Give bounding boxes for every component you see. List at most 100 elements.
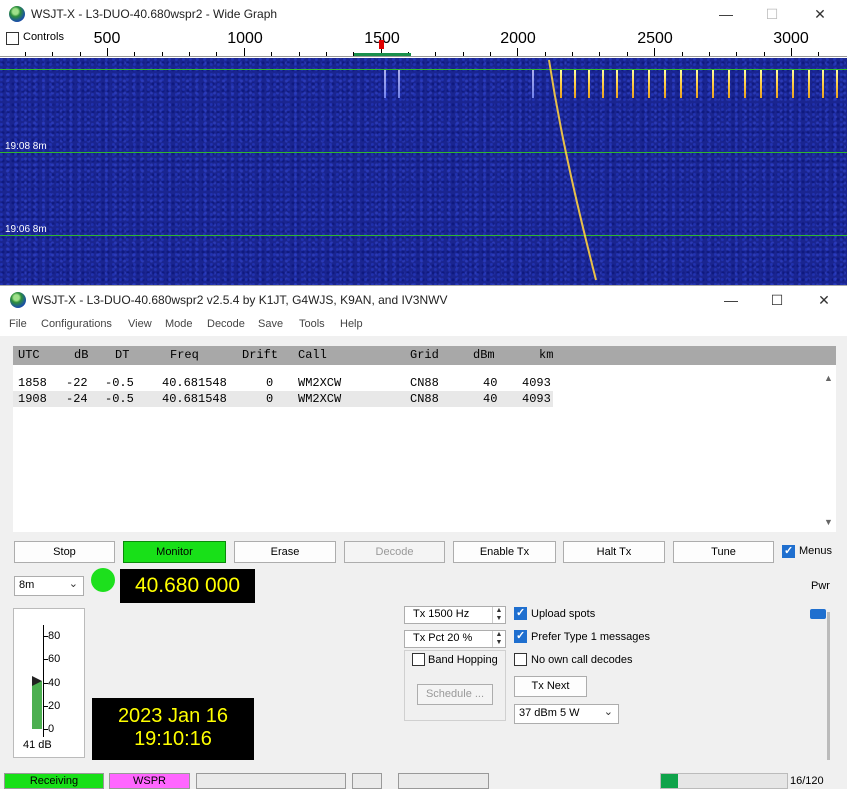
prefer-type1-checkbox[interactable] [514,629,527,643]
monitor-button[interactable]: Monitor [123,541,226,563]
date-text: 2023 Jan 16 [117,705,229,727]
enable-tx-button[interactable]: Enable Tx [453,541,556,563]
tx-next-button[interactable]: Tx Next [514,676,587,697]
stop-button[interactable]: Stop [14,541,115,563]
upload-spots-label: Upload spots [531,608,596,620]
wide-graph-title: WSJT-X - L3-DUO-40.680wspr2 - Wide Graph [31,7,278,21]
pwr-slider-handle[interactable] [810,609,826,619]
decode-row[interactable]: 1858 -22 -0.5 40.681548 0 WM2XCW CN88 40… [13,375,553,391]
scale-tick [517,48,519,56]
tr-period-label: 16/120 [790,775,824,787]
cell-grid: CN88 [410,392,439,406]
close-button[interactable]: ✕ [800,0,840,28]
menu-file[interactable]: File [9,318,27,330]
meter-peak-pointer [32,676,42,687]
scroll-up-icon[interactable]: ▲ [824,373,833,383]
menu-view[interactable]: View [128,318,152,330]
band-select[interactable]: 8m ⌄ [14,576,84,596]
scale-tick [572,52,574,56]
minimize-button[interactable]: — [711,286,751,314]
cell-km: 4093 [522,392,551,406]
menu-decode[interactable]: Decode [207,318,245,330]
scale-tick [763,52,765,56]
waterfall-display[interactable]: 19:08 8m 19:06 8m [0,58,847,285]
wsjtx-globe-icon [9,6,25,22]
pwr-label: Pwr [811,580,830,592]
scale-tick [189,52,191,56]
menu-save[interactable]: Save [258,318,283,330]
scroll-down-icon[interactable]: ▼ [824,517,833,527]
wsjtx-globe-icon [10,292,26,308]
scale-tick [107,48,108,56]
col-drift: Drift [242,348,279,362]
no-own-call-label: No own call decodes [531,654,633,666]
tx-band-marker [354,53,411,56]
power-select[interactable]: 37 dBm 5 W ⌄ [514,704,619,724]
clock-display: 2023 Jan 16 19:10:16 [92,698,254,760]
tx-frequency-spinbox[interactable]: Tx 1500 Hz ▲ ▼ [404,606,506,624]
menu-configurations[interactable]: Configurations [41,318,112,330]
scale-tick [462,52,464,56]
scale-tick [708,52,710,56]
tune-button[interactable]: Tune [673,541,774,563]
scale-tick [216,52,218,56]
decode-header: UTC dB DT Freq Drift Call Grid dBm km [13,346,836,365]
no-own-call-checkbox[interactable] [514,653,527,666]
scale-tick [681,52,683,56]
maximize-button[interactable]: ☐ [752,0,792,28]
pwr-slider-track[interactable] [827,612,830,760]
scale-label-3000: 3000 [773,30,809,47]
meter-level-bar [32,681,42,729]
col-dt: DT [115,348,130,362]
scale-tick [134,52,136,56]
tx-pct-spinbox[interactable]: Tx Pct 20 % ▲ ▼ [404,630,506,648]
band-hopping-checkbox[interactable] [412,653,425,666]
maximize-button[interactable]: ☐ [757,286,797,314]
spin-arrows-icon[interactable]: ▲ ▼ [492,631,505,647]
status-field [352,773,382,789]
scale-label-1000: 1000 [227,30,263,47]
menu-help[interactable]: Help [340,318,363,330]
scale-tick [24,52,26,56]
meter-scale-line [43,625,44,737]
menus-checkbox[interactable] [782,544,795,558]
decode-row[interactable]: 1908 -24 -0.5 40.681548 0 WM2XCW CN88 40… [13,391,553,407]
meter-label-80: 80 [48,630,61,642]
col-utc: UTC [18,348,40,362]
menu-mode[interactable]: Mode [165,318,193,330]
scale-tick [791,48,792,56]
cell-dt: -0.5 [105,392,134,406]
cell-freq: 40.681548 [162,376,227,390]
drifting-signal-trace [548,59,597,281]
cell-db: -24 [66,392,88,406]
col-db: dB [74,348,89,362]
upload-spots-checkbox[interactable] [514,606,527,620]
scale-tick [271,52,273,56]
scale-tick [544,52,546,56]
scale-tick [243,48,245,56]
status-field [398,773,489,789]
scale-tick [52,52,54,56]
menu-tools[interactable]: Tools [299,318,325,330]
band-hopping-label: Band Hopping [428,654,498,666]
halt-tx-button[interactable]: Halt Tx [563,541,665,563]
spin-arrows-icon[interactable]: ▲ ▼ [492,607,505,623]
col-dbm: dBm [473,348,495,362]
decoded-messages-pane[interactable]: UTC dB DT Freq Drift Call Grid dBm km 18… [13,346,836,532]
decode-button[interactable]: Decode [344,541,445,563]
decode-scrollbar[interactable]: ▲ ▼ [822,373,836,531]
scale-tick [599,52,601,56]
controls-checkbox[interactable] [6,32,19,45]
close-button[interactable]: ✕ [804,286,844,314]
cell-call: WM2XCW [298,376,342,390]
meter-label-60: 60 [48,653,61,665]
cell-db: -22 [66,376,88,390]
minimize-button[interactable]: — [706,0,746,28]
frequency-scale-bar[interactable]: Controls 500 1000 1500 2000 2500 3000 [0,29,847,57]
erase-button[interactable]: Erase [234,541,336,563]
main-title: WSJT-X - L3-DUO-40.680wspr2 v2.5.4 by K1… [32,293,448,307]
col-km: km [539,348,554,362]
tr-period-progress [660,773,788,789]
schedule-button[interactable]: Schedule ... [417,684,493,705]
power-value: 37 dBm 5 W [519,707,580,719]
